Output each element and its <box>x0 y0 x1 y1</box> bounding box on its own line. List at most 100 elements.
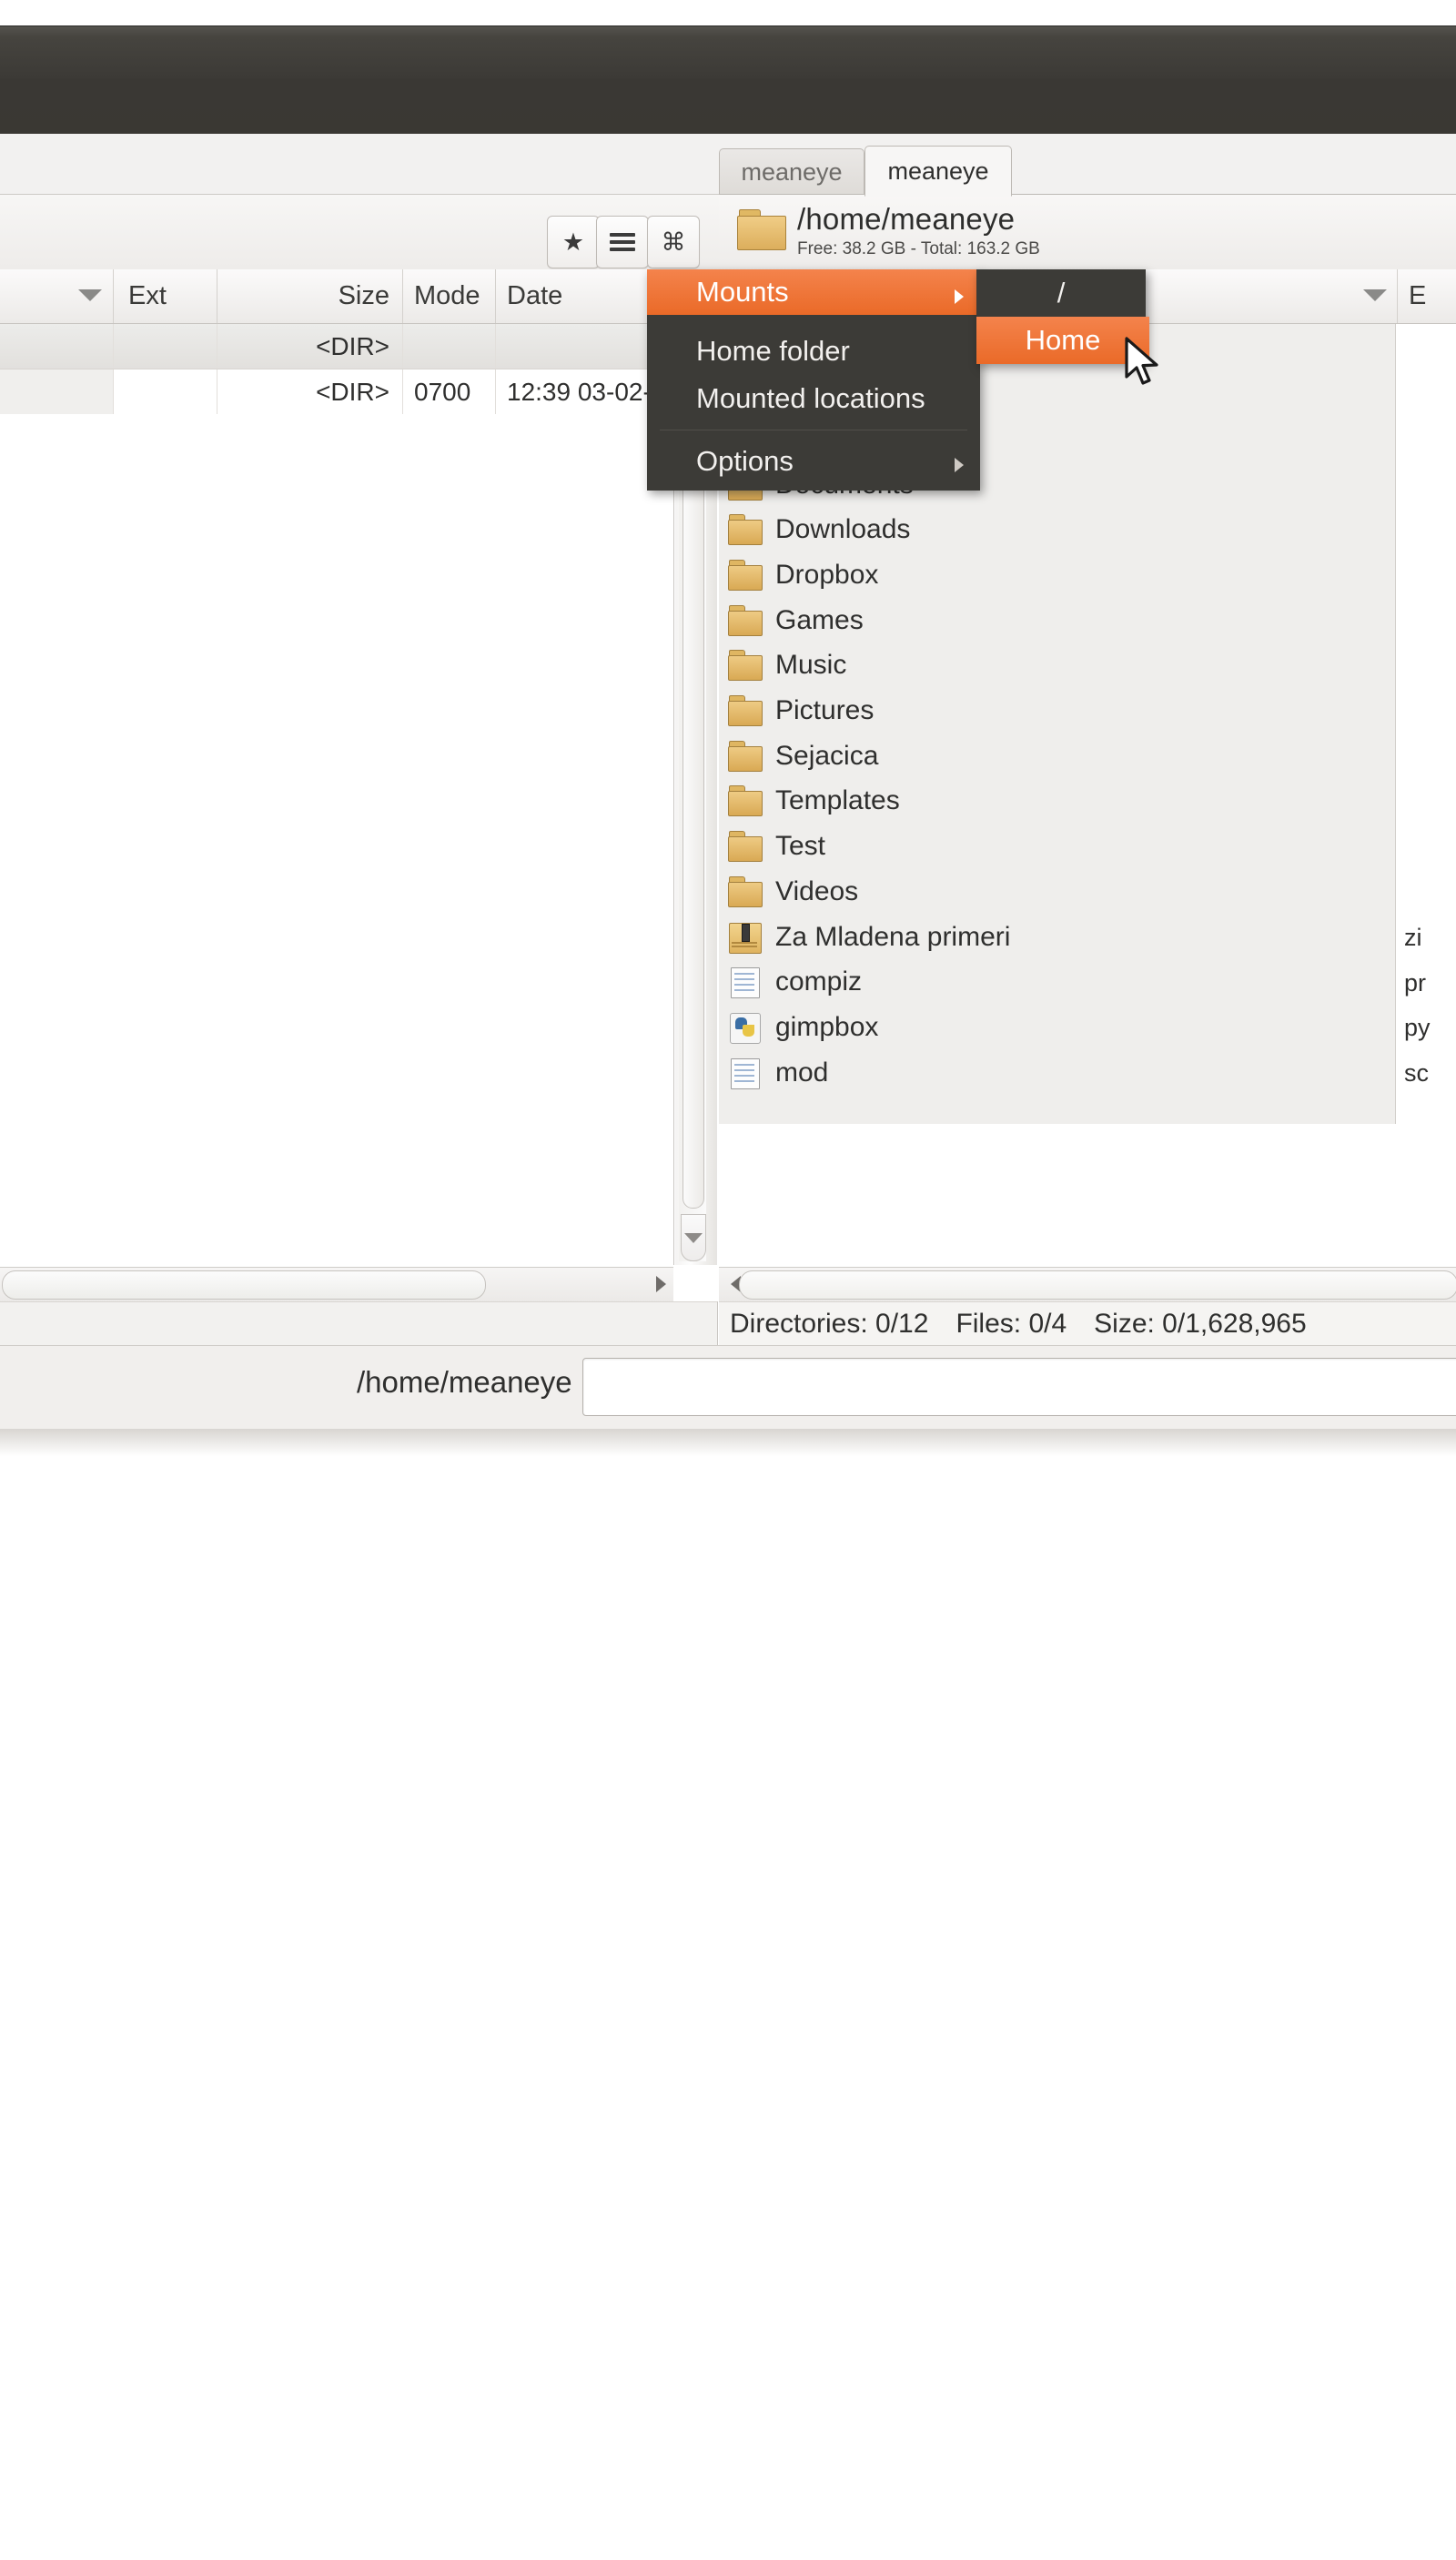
sort-descending-icon[interactable] <box>1363 289 1387 301</box>
list-item[interactable]: Pictures <box>728 689 874 734</box>
status-files: Files: 0/4 <box>956 1309 1067 1339</box>
chevron-right-icon <box>955 289 964 304</box>
menu-item-label: Home folder <box>696 335 850 367</box>
column-label: Date <box>507 281 563 310</box>
menu-item-label: Mounts <box>696 276 789 308</box>
list-item-ext: sc <box>1404 1059 1429 1088</box>
list-item-label: Za Mladena primeri <box>775 921 1011 952</box>
list-item[interactable]: Dropbox <box>728 552 878 597</box>
archive-icon <box>728 922 763 954</box>
cell-mode <box>402 324 495 369</box>
scroll-right-button[interactable] <box>648 1270 673 1298</box>
list-item[interactable]: Downloads <box>728 508 910 552</box>
file-manager-window: ★ ⌘ meaneye meaneye /home/meaneye Free: … <box>0 0 1456 1456</box>
list-item-label: mod <box>775 1057 829 1088</box>
submenu-item-label: / <box>1057 277 1066 309</box>
column-label: E <box>1409 281 1427 310</box>
submenu-item-label: Home <box>1025 324 1101 356</box>
right-horizontal-scrollbar-thumb[interactable] <box>739 1270 1456 1300</box>
current-path: /home/meaneye <box>797 202 1016 236</box>
mouse-cursor <box>1125 337 1158 385</box>
chevron-down-icon <box>684 1232 703 1243</box>
status-size: Size: 0/1,628,965 <box>1094 1309 1307 1339</box>
list-item-label: compiz <box>775 966 863 997</box>
window-bottom-shadow <box>0 1429 1456 1456</box>
command-prompt-label: /home/meaneye <box>357 1365 572 1399</box>
menu-spacer <box>647 315 980 328</box>
left-col-mode[interactable]: Mode <box>402 269 495 323</box>
list-item-label: Games <box>775 604 864 635</box>
left-col-size[interactable]: Size <box>217 269 402 323</box>
list-item[interactable]: mod <box>728 1050 828 1095</box>
list-item[interactable]: gimpbox <box>728 1005 878 1049</box>
chevron-right-icon <box>955 458 964 472</box>
cell-size: <DIR> <box>217 324 402 369</box>
cell-ext <box>113 369 217 414</box>
left-col-ext[interactable]: Ext <box>113 269 217 323</box>
folder-icon <box>728 650 763 682</box>
left-bottom-filler <box>0 1301 718 1346</box>
cell-size: <DIR> <box>217 369 402 414</box>
list-button[interactable] <box>596 216 649 268</box>
list-item-ext: pr <box>1404 968 1427 997</box>
sort-descending-icon[interactable] <box>78 289 102 301</box>
folder-icon <box>728 740 763 772</box>
path-header[interactable]: /home/meaneye Free: 38.2 GB - Total: 163… <box>719 194 1456 269</box>
table-row[interactable]: <DIR> 0700 12:39 03-02-11 <box>0 369 673 414</box>
column-label: Ext <box>128 281 167 310</box>
list-item-ext: zi <box>1404 924 1422 951</box>
list-item[interactable]: Templates <box>728 779 900 824</box>
list-item-label: Music <box>775 650 847 681</box>
column-label: Mode <box>414 281 480 310</box>
submenu-item-root[interactable]: / <box>976 269 1146 317</box>
command-button[interactable]: ⌘ <box>647 216 700 268</box>
menu-item-home-folder[interactable]: Home folder <box>647 328 980 375</box>
cell-name <box>0 324 113 369</box>
folder-icon <box>728 514 763 546</box>
menu-item-options[interactable]: Options <box>647 438 980 485</box>
list-item[interactable]: Videos <box>728 869 858 914</box>
column-label: Size <box>338 281 389 310</box>
scroll-down-button[interactable] <box>681 1214 706 1261</box>
table-row[interactable]: <DIR> <box>0 324 673 369</box>
document-icon <box>728 1057 763 1089</box>
mounts-submenu[interactable]: / Home <box>976 269 1149 364</box>
menu-item-mounted-locations[interactable]: Mounted locations <box>647 375 980 422</box>
list-item[interactable]: Test <box>728 825 825 869</box>
status-bar: Directories: 0/12 Files: 0/4 Size: 0/1,6… <box>719 1301 1456 1346</box>
context-menu[interactable]: Mounts Home folder Mounted locations Opt… <box>647 269 980 491</box>
cell-mode: 0700 <box>402 369 495 414</box>
left-horizontal-scrollbar-thumb[interactable] <box>2 1270 486 1300</box>
list-item[interactable]: Music <box>728 643 846 688</box>
list-item-label: Test <box>775 831 826 862</box>
list-item-label: Pictures <box>775 695 875 725</box>
list-item[interactable]: Games <box>728 598 864 643</box>
tab-label: meaneye <box>887 157 989 185</box>
window-titlebar <box>0 25 1456 135</box>
list-item[interactable]: compiz <box>728 960 862 1005</box>
right-col-ext[interactable]: E <box>1397 269 1456 323</box>
tab-meaneye-2[interactable]: meaneye <box>864 146 1012 197</box>
menu-item-mounts[interactable]: Mounts <box>647 269 980 315</box>
document-icon <box>728 966 763 999</box>
list-item[interactable]: Sejacica <box>728 734 878 778</box>
folder-icon <box>728 785 763 817</box>
list-item-ext: py <box>1404 1014 1431 1042</box>
hamburger-icon <box>610 233 635 251</box>
folder-icon <box>728 831 763 863</box>
list-item-label: Templates <box>775 785 900 816</box>
list-item-label: Dropbox <box>775 559 879 590</box>
screen-top-edge <box>0 0 1456 25</box>
folder-icon <box>728 695 763 726</box>
list-item-label: Sejacica <box>775 740 879 771</box>
list-item-label: gimpbox <box>775 1011 879 1042</box>
folder-icon <box>728 559 763 591</box>
tab-meaneye-1[interactable]: meaneye <box>719 148 864 196</box>
left-file-list[interactable] <box>0 269 674 1265</box>
list-item[interactable]: Za Mladena primeri <box>728 915 1010 959</box>
folder-icon <box>728 604 763 636</box>
submenu-item-home[interactable]: Home <box>976 317 1149 364</box>
command-input[interactable] <box>582 1358 1456 1416</box>
command-icon: ⌘ <box>661 228 686 256</box>
bookmarks-button[interactable]: ★ <box>547 216 600 268</box>
